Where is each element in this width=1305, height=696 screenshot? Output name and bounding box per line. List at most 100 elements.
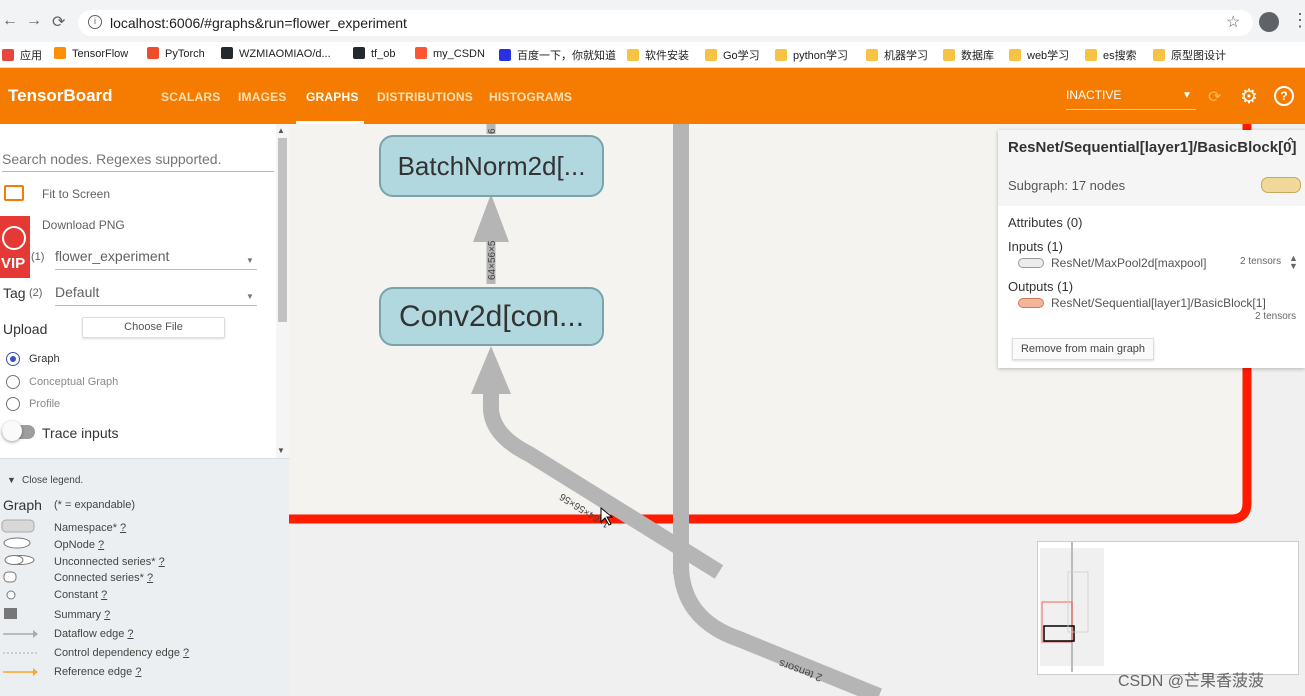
reload-page-icon[interactable]: ⟳ (52, 12, 65, 32)
forward-icon[interactable]: → (26, 12, 42, 30)
legend-constant: Constant ? (54, 589, 108, 601)
minimap-svg[interactable] (1038, 542, 1300, 676)
bookmark-icon (705, 49, 717, 61)
bookmark-label: web学习 (1027, 50, 1070, 62)
legend-summary: Summary ? (54, 609, 111, 621)
gear-icon[interactable]: ⚙ (1240, 84, 1258, 109)
url-text[interactable]: localhost:6006/#graphs&run=flower_experi… (110, 15, 407, 31)
input-scroll-icon[interactable]: ▲ ▼ (1289, 254, 1298, 271)
node-batchnorm2d[interactable]: BatchNorm2d[... (379, 135, 604, 197)
bookmark-item[interactable]: 原型图设计 (1153, 47, 1226, 63)
input-node-link[interactable]: ResNet/MaxPool2d[maxpool] (1051, 256, 1206, 270)
search-nodes-input[interactable]: Search nodes. Regexes supported. (2, 150, 274, 172)
help-icon[interactable]: ? (1274, 86, 1294, 106)
bookmark-item[interactable]: web学习 (1009, 47, 1069, 63)
bookmark-label: 机器学习 (884, 50, 928, 62)
bookmark-label: 数据库 (961, 50, 994, 62)
edge-lower (673, 563, 883, 696)
bookmark-label: Go学习 (723, 50, 760, 62)
trace-inputs-label: Trace inputs (42, 425, 119, 441)
remove-from-main-graph-button[interactable]: Remove from main graph (1012, 338, 1154, 360)
run-select[interactable]: flower_experiment (55, 248, 257, 270)
scroll-down-icon[interactable]: ▼ (277, 446, 285, 455)
sidebar-scroll-thumb[interactable] (278, 138, 287, 322)
attributes-heading[interactable]: Attributes (0) (1008, 215, 1082, 230)
radio-profile-label[interactable]: Profile (29, 398, 60, 410)
bookmark-label: WZMIAOMIAO/d... (239, 48, 331, 60)
tab-histograms[interactable]: HISTOGRAMS (489, 90, 572, 104)
bookmark-item[interactable]: 机器学习 (866, 47, 928, 63)
bookmark-item[interactable]: PyTorch (147, 47, 205, 60)
tab-graphs[interactable]: GRAPHS (306, 90, 359, 104)
fit-to-screen-icon[interactable] (4, 185, 24, 201)
trace-inputs-knob[interactable] (2, 421, 22, 441)
close-legend-button[interactable]: Close legend. (22, 475, 83, 486)
output-tensors-count: 2 tensors (1255, 311, 1297, 322)
bookmark-item[interactable]: python学习 (775, 47, 848, 63)
bookmark-icon (1009, 49, 1021, 61)
inactive-plugins-select[interactable]: INACTIVE (1066, 88, 1196, 110)
output-node-link[interactable]: ResNet/Sequential[layer1]/BasicBlock[1] (1051, 296, 1266, 310)
bookmark-item[interactable]: WZMIAOMIAO/d... (221, 47, 331, 60)
radio-conceptual-graph[interactable] (6, 375, 20, 389)
legend-dataflow-edge: Dataflow edge ? (54, 628, 134, 640)
download-png-button[interactable]: Download PNG (42, 218, 125, 232)
reload-icon[interactable]: ⟳ (1208, 87, 1221, 107)
bookmark-icon (499, 49, 511, 61)
site-info-icon[interactable]: i (88, 15, 102, 29)
bookmark-item[interactable]: 数据库 (943, 47, 994, 63)
node-conv2d[interactable]: Conv2d[con... (379, 287, 604, 346)
legend-connected-series: Connected series* ? (54, 572, 154, 584)
fit-to-screen-button[interactable]: Fit to Screen (42, 187, 110, 201)
profile-avatar-icon[interactable] (1259, 12, 1279, 32)
play-icon (2, 226, 26, 250)
app-title: TensorBoard (8, 86, 113, 105)
outputs-heading[interactable]: Outputs (1) (1008, 279, 1073, 294)
scroll-up-icon[interactable]: ▲ (277, 126, 285, 135)
radio-conceptual-graph-label[interactable]: Conceptual Graph (29, 376, 118, 388)
tab-distributions[interactable]: DISTRIBUTIONS (377, 90, 473, 104)
legend-graph-label: Graph (3, 497, 42, 513)
bookmark-icon (221, 47, 233, 59)
bookmark-icon (2, 49, 14, 61)
bookmark-label: tf_ob (371, 48, 396, 60)
radio-profile[interactable] (6, 397, 20, 411)
bookmark-star-icon[interactable]: ☆ (1226, 12, 1240, 32)
bookmark-icon (627, 49, 639, 61)
bookmark-item[interactable]: TensorFlow (54, 47, 128, 60)
bookmark-label: PyTorch (165, 48, 205, 60)
legend-chevron-icon[interactable]: ▼ (7, 475, 16, 485)
tab-images[interactable]: IMAGES (238, 90, 287, 104)
bookmark-item[interactable]: 软件安装 (627, 47, 689, 63)
minimap[interactable] (1037, 541, 1299, 675)
choose-file-button[interactable]: Choose File (82, 317, 225, 338)
vip-badge: VIP (0, 216, 30, 278)
back-icon[interactable]: ← (2, 12, 18, 30)
bookmark-item[interactable]: 应用 (2, 47, 42, 63)
tag-select[interactable]: Default (55, 284, 257, 306)
bookmark-item[interactable]: tf_ob (353, 47, 395, 60)
node-info-title: ResNet/Sequential[layer1]/BasicBlock[0] (1008, 139, 1297, 156)
collapse-card-icon[interactable]: ⌃ (1285, 135, 1296, 151)
tag-chevron-down-icon[interactable]: ▼ (246, 292, 254, 301)
inputs-heading[interactable]: Inputs (1) (1008, 239, 1063, 254)
browser-menu-icon[interactable]: ⋮ (1291, 10, 1305, 31)
input-tensors-count: 2 tensors (1240, 256, 1282, 267)
radio-graph[interactable] (6, 352, 20, 366)
tab-scalars[interactable]: SCALARS (161, 90, 220, 104)
input-node-swatch (1018, 258, 1044, 268)
bookmark-label: es搜索 (1103, 50, 1137, 62)
radio-graph-label[interactable]: Graph (29, 353, 60, 365)
chevron-down-icon[interactable]: ▼ (1182, 90, 1192, 101)
legend-unconnected-series: Unconnected series* ? (54, 556, 165, 568)
bookmark-item[interactable]: 百度一下，你就知道 (499, 47, 616, 63)
bookmark-item[interactable]: es搜索 (1085, 47, 1137, 63)
bookmark-item[interactable]: Go学习 (705, 47, 760, 63)
bookmark-item[interactable]: my_CSDN (415, 47, 485, 60)
bookmark-icon (1085, 49, 1097, 61)
run-chevron-down-icon[interactable]: ▼ (246, 256, 254, 265)
connected-series-icon (3, 571, 17, 583)
bookmark-icon (775, 49, 787, 61)
bookmark-icon (353, 47, 365, 59)
output-node-swatch (1018, 298, 1044, 308)
